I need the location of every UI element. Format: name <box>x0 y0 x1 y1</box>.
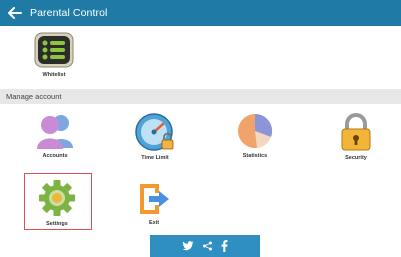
whitelist-label: Whitelist <box>42 72 66 78</box>
time-limit-tile[interactable]: Time Limit <box>134 112 176 161</box>
exit-tile[interactable]: Exit <box>137 181 171 226</box>
statistics-tile[interactable]: Statistics <box>235 112 275 159</box>
twitter-icon[interactable] <box>182 241 194 251</box>
section-title: Manage account <box>6 92 62 101</box>
top-bar: Parental Control <box>0 0 401 26</box>
page-title: Parental Control <box>30 7 108 19</box>
pie-chart-icon <box>238 113 273 148</box>
users-icon <box>37 115 73 149</box>
security-label: Security <box>345 155 367 161</box>
gear-icon <box>39 180 75 216</box>
list-icon <box>34 32 74 68</box>
speedometer-lock-icon <box>135 113 174 151</box>
section-header: Manage account <box>0 89 401 104</box>
settings-label: Settings <box>46 221 68 227</box>
arrow-left-icon <box>8 7 22 19</box>
exit-label: Exit <box>148 220 160 226</box>
facebook-icon[interactable] <box>221 240 228 252</box>
share-icon[interactable] <box>202 241 213 251</box>
exit-icon <box>140 184 169 214</box>
time-limit-label: Time Limit <box>141 155 169 161</box>
security-tile[interactable]: Security <box>337 112 375 161</box>
statistics-label: Statistics <box>242 153 268 159</box>
padlock-icon <box>341 113 371 151</box>
accounts-tile[interactable]: Accounts <box>35 112 75 159</box>
share-bar <box>150 235 260 257</box>
back-button[interactable] <box>4 0 26 26</box>
whitelist-tile[interactable]: Whitelist <box>33 31 75 78</box>
settings-tile[interactable]: Settings <box>37 178 77 227</box>
accounts-label: Accounts <box>42 153 68 159</box>
